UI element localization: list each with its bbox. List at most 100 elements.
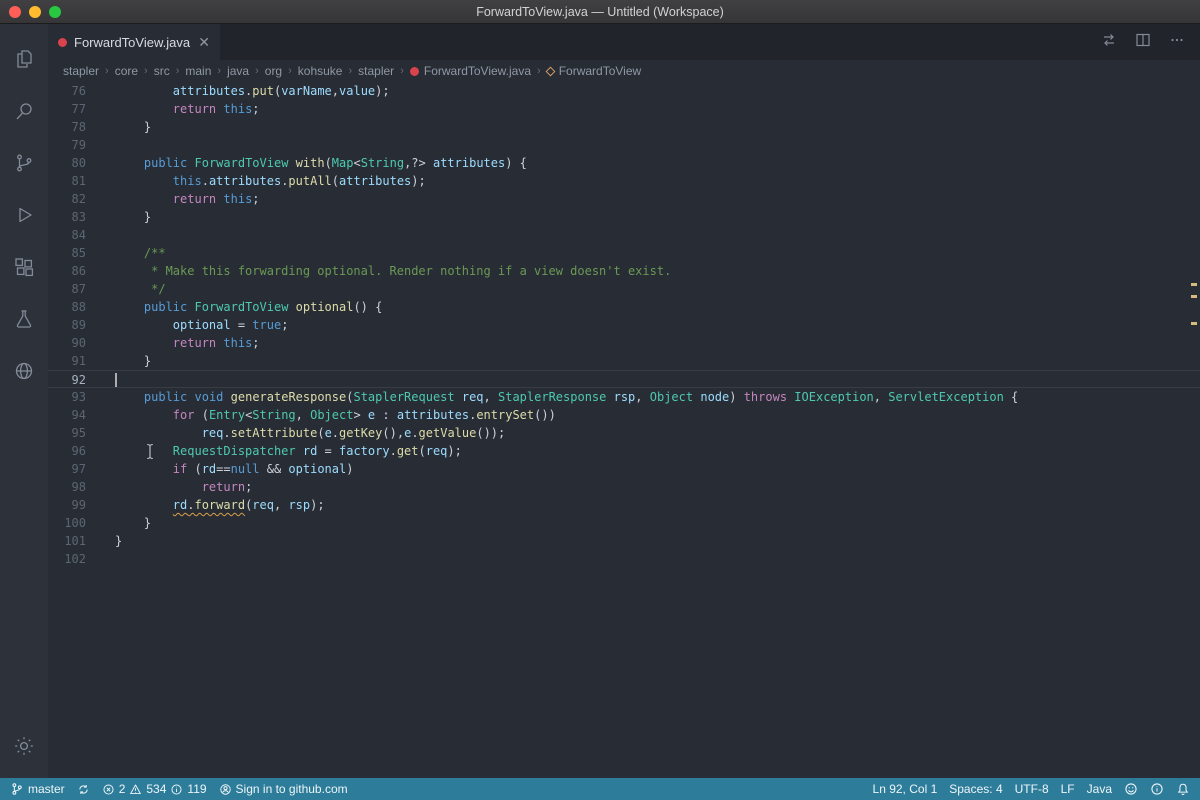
line-number: 84 (48, 226, 86, 244)
code-line: 78 } (48, 118, 1200, 136)
eol-setting[interactable]: LF (1061, 782, 1075, 796)
split-editor-icon[interactable] (1134, 31, 1152, 54)
code-text: for (Entry<String, Object> e : attribute… (86, 406, 556, 424)
feedback-smiley-icon[interactable] (1124, 782, 1138, 796)
info-circle-icon[interactable] (1150, 782, 1164, 796)
explorer-icon[interactable] (0, 33, 48, 85)
code-line: 97 if (rd==null && optional) (48, 460, 1200, 478)
code-line: 96 RequestDispatcher rd = factory.get(re… (48, 442, 1200, 460)
warning-count: 534 (146, 782, 166, 796)
code-text (86, 371, 117, 387)
code-text: } (86, 208, 151, 226)
code-text: return; (86, 478, 252, 496)
testing-icon[interactable] (0, 293, 48, 345)
java-file-icon (410, 67, 419, 76)
line-number: 102 (48, 550, 86, 568)
more-actions-icon[interactable] (1168, 31, 1186, 54)
breadcrumb-item[interactable]: main (185, 64, 211, 78)
open-changes-icon[interactable] (1100, 31, 1118, 54)
code-text: * Make this forwarding optional. Render … (86, 262, 671, 280)
breadcrumb-item[interactable]: ForwardToView.java (410, 64, 531, 78)
text-caret (115, 373, 117, 387)
line-number: 80 (48, 154, 86, 172)
code-line: 93 public void generateResponse(StaplerR… (48, 388, 1200, 406)
sync-icon[interactable] (77, 783, 90, 796)
code-text: if (rd==null && optional) (86, 460, 353, 478)
breadcrumb-separator: › (173, 65, 183, 77)
zoom-window-button[interactable] (49, 6, 61, 18)
cursor-position[interactable]: Ln 92, Col 1 (873, 782, 938, 796)
breadcrumb-item[interactable]: java (227, 64, 249, 78)
code-line: 76 attributes.put(varName,value); (48, 82, 1200, 100)
tab-forwardtoview-java[interactable]: ForwardToView.java ✕ (48, 24, 220, 60)
code-text: public ForwardToView optional() { (86, 298, 382, 316)
git-branch-indicator[interactable]: master (10, 782, 65, 796)
code-line: 84 (48, 226, 1200, 244)
overview-ruler-warning-marker (1191, 295, 1197, 298)
code-text (86, 226, 115, 244)
line-number: 76 (48, 82, 86, 100)
breadcrumb-item[interactable]: org (265, 64, 282, 78)
minimize-window-button[interactable] (29, 6, 41, 18)
code-text: return this; (86, 334, 260, 352)
breadcrumb-item[interactable]: stapler (63, 64, 99, 78)
breadcrumb-separator: › (285, 65, 295, 77)
code-line: 95 req.setAttribute(e.getKey(),e.getValu… (48, 424, 1200, 442)
code-line: 89 optional = true; (48, 316, 1200, 334)
breadcrumb-item[interactable]: core (115, 64, 138, 78)
code-editor[interactable]: 76 attributes.put(varName,value);77 retu… (48, 82, 1200, 778)
code-text: */ (86, 280, 166, 298)
breadcrumb-separator: › (397, 65, 407, 77)
close-window-button[interactable] (9, 6, 21, 18)
breadcrumb-item[interactable]: ForwardToView (547, 64, 641, 78)
code-text (86, 136, 115, 154)
code-line: 77 return this; (48, 100, 1200, 118)
breadcrumb-item[interactable]: kohsuke (298, 64, 343, 78)
close-tab-icon[interactable]: ✕ (198, 35, 210, 49)
code-line: 101} (48, 532, 1200, 550)
code-text: public void generateResponse(StaplerRequ… (86, 388, 1018, 406)
problems-indicator[interactable]: 2 534 119 (102, 782, 207, 796)
line-number: 90 (48, 334, 86, 352)
info-count: 119 (187, 782, 206, 796)
code-text: } (86, 514, 151, 532)
notifications-bell-icon[interactable] (1176, 782, 1190, 796)
encoding-setting[interactable]: UTF-8 (1015, 782, 1049, 796)
titlebar: ForwardToView.java — Untitled (Workspace… (0, 0, 1200, 24)
code-text: this.attributes.putAll(attributes); (86, 172, 426, 190)
search-icon[interactable] (0, 85, 48, 137)
code-text: public ForwardToView with(Map<String,?> … (86, 154, 527, 172)
code-line: 81 this.attributes.putAll(attributes); (48, 172, 1200, 190)
breadcrumb-item[interactable]: stapler (358, 64, 394, 78)
code-line: 79 (48, 136, 1200, 154)
overview-ruler-warning-marker (1191, 322, 1197, 325)
remote-globe-icon[interactable] (0, 345, 48, 397)
run-debug-icon[interactable] (0, 189, 48, 241)
line-number: 97 (48, 460, 86, 478)
activity-bar (0, 24, 48, 778)
extensions-icon[interactable] (0, 241, 48, 293)
line-number: 95 (48, 424, 86, 442)
code-line: 91 } (48, 352, 1200, 370)
info-icon (170, 783, 183, 796)
source-control-icon[interactable] (0, 137, 48, 189)
github-signin-button[interactable]: Sign in to github.com (219, 782, 348, 796)
code-line: 94 for (Entry<String, Object> e : attrib… (48, 406, 1200, 424)
indentation-setting[interactable]: Spaces: 4 (949, 782, 1002, 796)
warning-icon (129, 783, 142, 796)
code-line: 82 return this; (48, 190, 1200, 208)
settings-gear-icon[interactable] (0, 720, 48, 772)
branch-name: master (28, 782, 65, 796)
line-number: 99 (48, 496, 86, 514)
class-symbol-icon (545, 66, 555, 76)
window-title: ForwardToView.java — Untitled (Workspace… (476, 5, 724, 19)
language-mode[interactable]: Java (1087, 782, 1112, 796)
line-number: 93 (48, 388, 86, 406)
line-number: 86 (48, 262, 86, 280)
code-text: rd.forward(req, rsp); (86, 496, 325, 514)
code-line: 99 rd.forward(req, rsp); (48, 496, 1200, 514)
code-line: 83 } (48, 208, 1200, 226)
breadcrumb-item[interactable]: src (154, 64, 170, 78)
line-number: 87 (48, 280, 86, 298)
editor-actions (1100, 24, 1200, 60)
